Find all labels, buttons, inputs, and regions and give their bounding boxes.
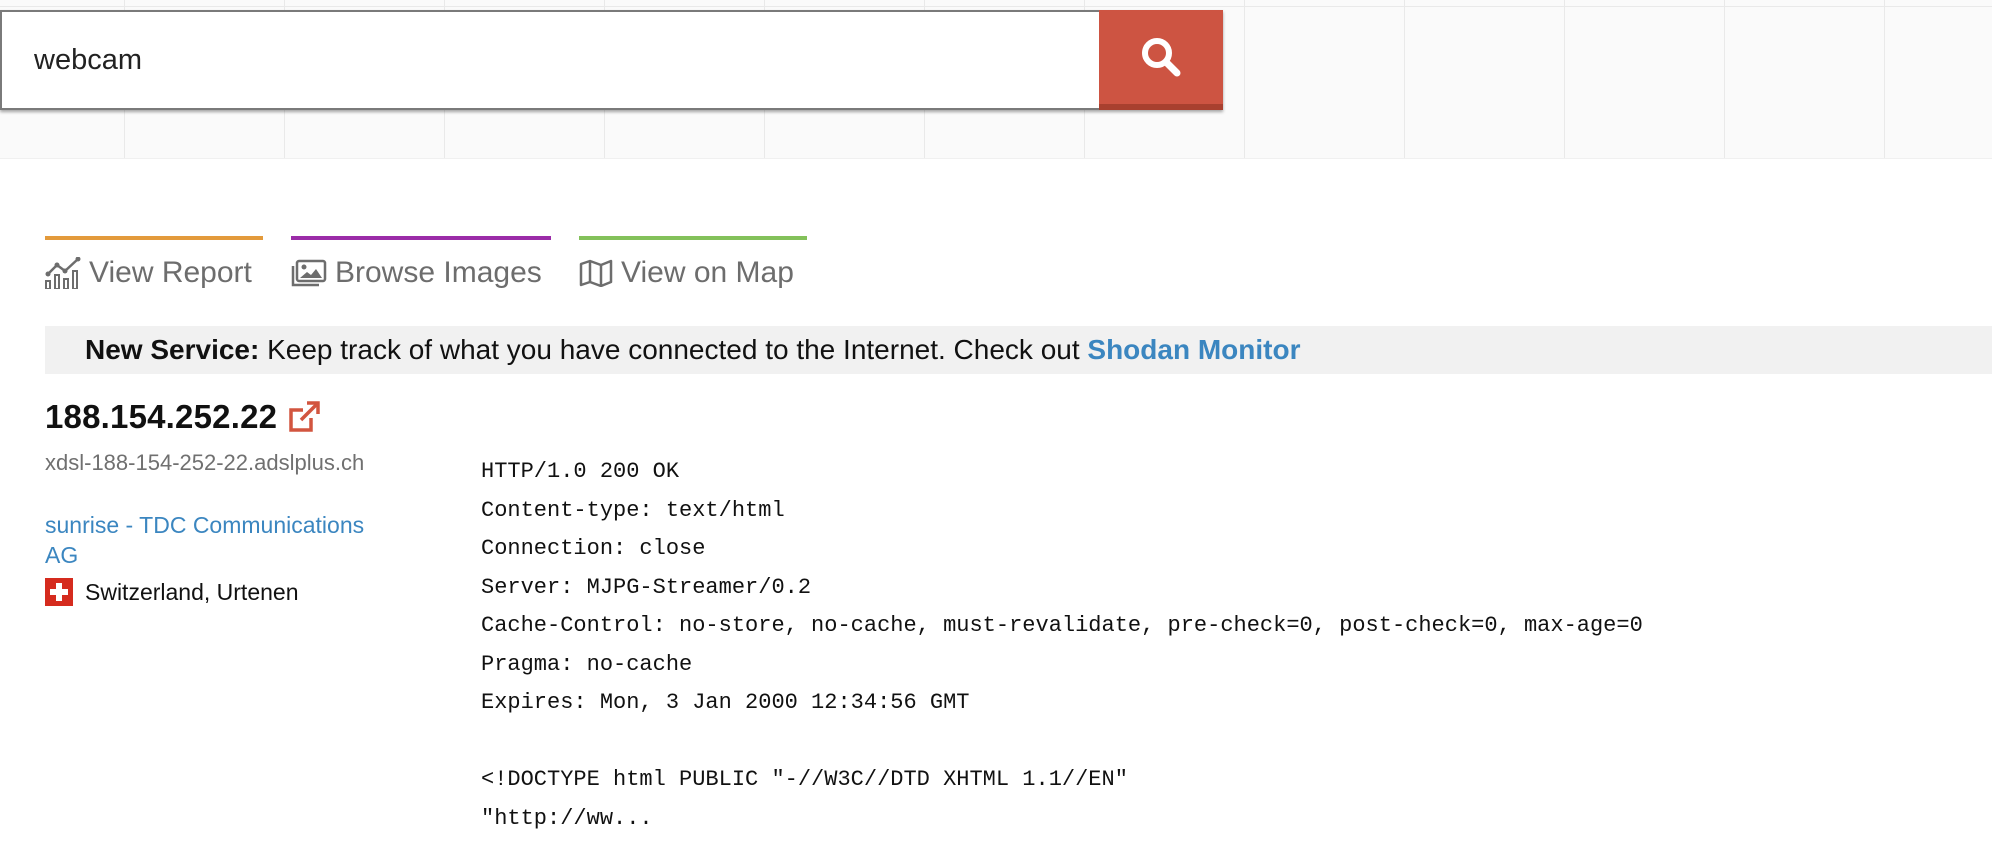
banner-lead: New Service: bbox=[85, 334, 260, 365]
new-service-banner: New Service: Keep track of what you have… bbox=[45, 326, 1992, 374]
images-icon bbox=[291, 259, 327, 287]
map-icon bbox=[579, 259, 613, 287]
organization-link[interactable]: sunrise - TDC Communications AG bbox=[45, 510, 385, 570]
search-button[interactable] bbox=[1099, 10, 1223, 110]
banner-line: Content-type: text/html bbox=[481, 497, 785, 523]
service-banner: HTTP/1.0 200 OK Content-type: text/html … bbox=[481, 453, 1643, 838]
chart-icon bbox=[45, 257, 81, 289]
view-report-label: View Report bbox=[89, 256, 252, 289]
search-icon bbox=[1142, 38, 1181, 77]
browse-images-link[interactable]: Browse Images bbox=[291, 236, 551, 290]
shodan-monitor-link[interactable]: Shodan Monitor bbox=[1087, 334, 1300, 365]
location: Switzerland, Urtenen bbox=[45, 578, 299, 606]
browse-images-label: Browse Images bbox=[335, 256, 542, 289]
banner-line: Server: MJPG-Streamer/0.2 bbox=[481, 574, 812, 600]
banner-text: Keep track of what you have connected to… bbox=[259, 334, 1088, 365]
result-header: 188.154.252.22 bbox=[45, 398, 321, 436]
banner-line bbox=[481, 723, 1643, 762]
ip-address[interactable]: 188.154.252.22 bbox=[45, 398, 277, 436]
result-actions: View Report Browse Images View on Map bbox=[45, 236, 807, 290]
banner-line: Pragma: no-cache bbox=[481, 651, 693, 677]
view-report-link[interactable]: View Report bbox=[45, 236, 263, 290]
hostname: xdsl-188-154-252-22.adslplus.ch bbox=[45, 450, 365, 475]
swiss-flag-icon bbox=[45, 578, 73, 606]
banner-line: "http://ww... bbox=[481, 805, 653, 831]
banner-line: Expires: Mon, 3 Jan 2000 12:34:56 GMT bbox=[481, 690, 970, 715]
location-text: Switzerland, Urtenen bbox=[85, 578, 299, 605]
banner-line: <!DOCTYPE html PUBLIC "-//W3C//DTD XHTML… bbox=[481, 767, 1128, 792]
view-on-map-label: View on Map bbox=[621, 256, 794, 289]
banner-line: Cache-Control: no-store, no-cache, must-… bbox=[481, 613, 1643, 638]
search-bar bbox=[0, 10, 1223, 110]
banner-line: HTTP/1.0 200 OK bbox=[481, 459, 680, 484]
view-on-map-link[interactable]: View on Map bbox=[579, 236, 807, 290]
banner-line: Connection: close bbox=[481, 536, 706, 561]
external-link-icon[interactable] bbox=[287, 400, 321, 434]
search-input[interactable] bbox=[0, 10, 1099, 110]
